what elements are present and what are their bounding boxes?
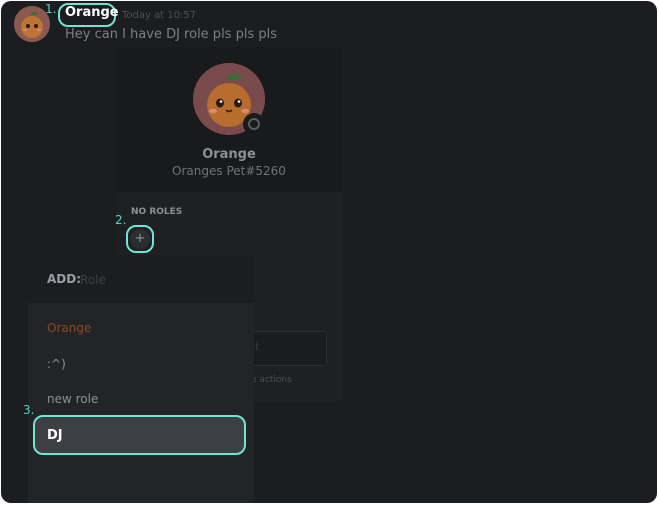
step-number-2: 2. — [115, 213, 127, 227]
step-number-3: 3. — [23, 403, 35, 417]
message-username[interactable]: Orange — [60, 4, 124, 26]
orange-avatar-icon — [14, 6, 50, 42]
role-picker-label: ADD: — [47, 272, 82, 286]
status-icon — [243, 113, 265, 135]
message-content: Hey can I have DJ role pls pls pls — [65, 27, 277, 42]
roles-heading: NO ROLES — [131, 207, 183, 217]
role-item-orange[interactable]: Orange — [47, 321, 91, 335]
role-item-smiley[interactable]: :^) — [47, 357, 66, 371]
role-search-input[interactable] — [80, 271, 230, 289]
user-avatar[interactable] — [14, 6, 50, 42]
role-picker-dropdown: ADD: Orange :^) new role DJ — [28, 255, 254, 503]
role-item-new-role[interactable]: new role — [47, 392, 98, 406]
message-timestamp: Today at 10:57 — [122, 10, 197, 21]
profile-name: Orange — [202, 147, 256, 162]
dj-role-highlight — [33, 415, 246, 455]
role-picker-header: ADD: — [28, 255, 254, 303]
add-role-highlight — [126, 225, 154, 253]
profile-header: Orange Oranges Pet#5260 — [116, 47, 342, 192]
app-window: 1. Orange Today at 10:57 Hey can I have … — [1, 1, 657, 503]
profile-tag: Oranges Pet#5260 — [172, 164, 286, 178]
